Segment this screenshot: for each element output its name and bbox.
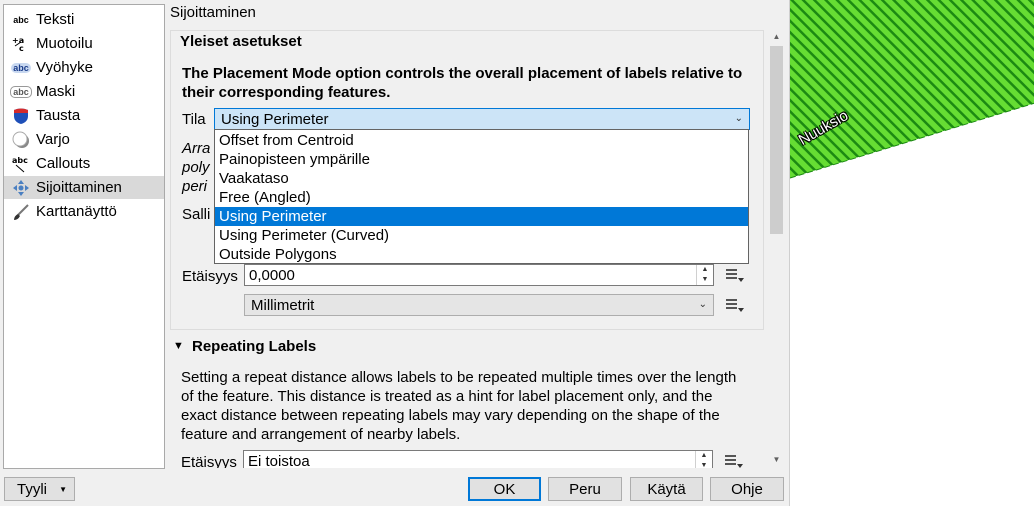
mode-option[interactable]: Using Perimeter (Curved) [215,226,748,245]
spin-arrows-icon[interactable]: ▲ ▼ [696,265,713,285]
mode-hint-line-3: peri [182,178,208,195]
mode-label: Tila [182,111,206,128]
general-settings-title: Yleiset asetukset [180,33,302,50]
mask-icon: abc [10,83,32,101]
sidebar-item-rendering[interactable]: Karttanäyttö [4,200,164,223]
map-canvas[interactable]: Nuuksio [789,0,1034,506]
placement-mode-description: The Placement Mode option controls the o… [182,65,743,101]
repeating-labels-title[interactable]: Repeating Labels [192,338,316,355]
settings-sidebar: abc Teksti +a c Muotoilu abc Vyöhyke abc … [3,4,165,469]
scroll-down-icon[interactable]: ▼ [768,451,785,468]
scrollbar-thumb[interactable] [770,46,783,234]
distance-unit-combo[interactable]: Millimetrit ⌄ [244,294,714,316]
repeat-distance-value: Ei toistoa [248,452,310,469]
distance-spinbox[interactable]: 0,0000 ▲ ▼ [244,264,714,286]
data-defined-override-icon[interactable] [724,295,746,315]
sidebar-item-callouts[interactable]: abc Callouts [4,152,164,175]
sidebar-item-text[interactable]: abc Teksti [4,8,164,31]
sidebar-item-label: Maski [36,83,76,100]
mode-hint-line-1: Arra [182,140,211,157]
sidebar-item-buffer[interactable]: abc Vyöhyke [4,56,164,79]
abc-text-icon: abc [13,14,29,25]
buffer-icon: abc [11,62,31,73]
formatting-icon: +a c [10,35,32,53]
scroll-up-icon[interactable]: ▲ [768,28,785,45]
chevron-down-icon: ⌄ [698,299,707,310]
sidebar-item-label: Vyöhyke [36,59,93,76]
background-shield-icon [10,107,32,125]
collapse-triangle-icon[interactable]: ▼ [173,340,184,352]
mode-option[interactable]: Vaakataso [215,169,748,188]
map-polygon [790,0,1034,179]
allowed-positions-label: Salli [182,206,211,223]
ok-button[interactable]: OK [468,477,541,501]
svg-text:c: c [19,44,24,52]
placement-icon [10,179,32,197]
svg-text:abc: abc [12,156,28,165]
placement-mode-value: Using Perimeter [221,110,329,128]
cancel-button[interactable]: Peru [548,477,622,501]
placement-mode-combo[interactable]: Using Perimeter ⌄ [214,108,750,130]
sidebar-item-label: Varjo [36,131,70,148]
mode-option[interactable]: Free (Angled) [215,188,748,207]
chevron-down-icon: ⌄ [734,113,743,124]
mode-option[interactable]: Outside Polygons [215,245,748,264]
placement-mode-dropdown-list: Offset from Centroid Painopisteen ympäri… [214,129,749,264]
apply-button[interactable]: Käytä [630,477,703,501]
sidebar-item-label: Muotoilu [36,35,93,52]
dropdown-arrow-icon: ▼ [59,484,67,494]
mode-hint-line-2: poly [182,159,210,176]
sidebar-item-shadow[interactable]: Varjo [4,128,164,151]
mode-option[interactable]: Offset from Centroid [215,131,748,150]
repeating-labels-description: Setting a repeat distance allows labels … [181,369,737,443]
sidebar-item-label: Callouts [36,155,91,172]
style-menu-label: Tyyli [17,480,47,498]
mode-option-selected[interactable]: Using Perimeter [215,207,748,226]
distance-value: 0,0000 [249,266,295,284]
data-defined-override-icon[interactable] [724,265,746,285]
style-menu-button[interactable]: Tyyli ▼ [4,477,75,501]
repeat-distance-spinbox[interactable]: Ei toistoa ▲ ▼ [243,450,713,468]
callouts-icon: abc [10,155,32,173]
repeat-distance-label: Etäisyys [181,454,237,468]
vertical-scrollbar[interactable]: ▲ ▼ [768,28,785,468]
unit-value: Millimetrit [251,296,315,314]
sidebar-item-label: Karttanäyttö [36,203,117,220]
distance-label: Etäisyys [182,268,238,285]
shadow-icon [10,131,32,149]
data-defined-override-icon[interactable] [723,451,745,468]
page-title: Sijoittaminen [170,4,256,21]
help-button[interactable]: Ohje [710,477,784,501]
mode-option[interactable]: Painopisteen ympärille [215,150,748,169]
label-settings-dialog: abc Teksti +a c Muotoilu abc Vyöhyke abc … [0,0,789,506]
sidebar-item-label: Tausta [36,107,81,124]
rendering-brush-icon [10,203,32,221]
sidebar-item-formatting[interactable]: +a c Muotoilu [4,32,164,55]
sidebar-item-placement[interactable]: Sijoittaminen [4,176,164,199]
sidebar-item-background[interactable]: Tausta [4,104,164,127]
sidebar-item-label: Sijoittaminen [36,179,122,196]
sidebar-item-label: Teksti [36,11,75,28]
spin-arrows-icon[interactable]: ▲ ▼ [695,451,712,468]
sidebar-item-mask[interactable]: abc Maski [4,80,164,103]
repeating-labels-group: ▼ Repeating Labels Setting a repeat dist… [170,338,762,468]
